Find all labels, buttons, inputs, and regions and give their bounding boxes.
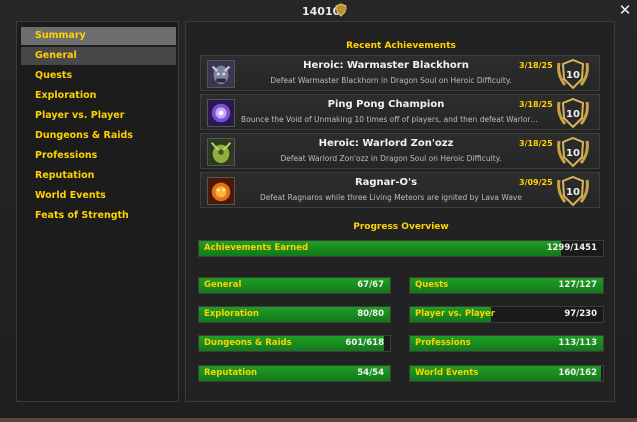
progress-label: World Events — [415, 368, 479, 378]
progress-overview-title: Progress Overview — [353, 222, 449, 232]
progress-value: 67/67 — [357, 280, 384, 290]
category-progress-professions[interactable]: Professions 113/113 — [409, 335, 604, 352]
achievement-date: 3/18/25 — [519, 100, 553, 109]
progress-value: 127/127 — [558, 280, 597, 290]
category-progress-world-events[interactable]: World Events 160/162 — [409, 365, 604, 382]
achievement-points-value: 10 — [566, 109, 580, 120]
achievement-title: Ping Pong Champion — [327, 99, 445, 110]
category-progress-dungeons-raids[interactable]: Dungeons & Raids 601/618 — [198, 335, 391, 352]
shield-points-icon — [335, 3, 347, 17]
achievement-points-shield-icon: 10 — [557, 175, 589, 207]
achievement-points-value: 10 — [566, 148, 580, 159]
achievement-description: Defeat Ragnaros while three Living Meteo… — [260, 193, 522, 202]
category-progress-exploration[interactable]: Exploration 80/80 — [198, 306, 391, 323]
blackhorn-portrait-icon — [207, 60, 235, 88]
summary-panel: Recent Achievements Heroic: Warmaster Bl… — [185, 21, 615, 402]
void-orb-icon — [207, 99, 235, 127]
achievement-title: Heroic: Warmaster Blackhorn — [303, 60, 469, 71]
sidebar-item-summary[interactable]: Summary — [21, 27, 176, 45]
sidebar-item-pvp[interactable]: Player vs. Player — [21, 107, 176, 125]
achievement-points-value: 10 — [566, 70, 580, 81]
achievement-points-value: 10 — [566, 187, 580, 198]
progress-value: 97/230 — [564, 309, 597, 319]
progress-value: 54/54 — [357, 368, 384, 378]
sidebar-item-general[interactable]: General — [21, 47, 176, 65]
recent-achievement-row[interactable]: Heroic: Warmaster Blackhorn Defeat Warma… — [200, 55, 600, 91]
sidebar-item-dungeons-raids[interactable]: Dungeons & Raids — [21, 127, 176, 145]
progress-label: General — [204, 280, 242, 290]
achievement-date: 3/18/25 — [519, 61, 553, 70]
category-progress-general[interactable]: General 67/67 — [198, 277, 391, 294]
bottom-border — [0, 418, 637, 422]
close-icon[interactable]: ✕ — [617, 2, 633, 18]
sidebar-item-professions[interactable]: Professions — [21, 147, 176, 165]
category-progress-reputation[interactable]: Reputation 54/54 — [198, 365, 391, 382]
progress-value: 601/618 — [345, 338, 384, 348]
category-progress-pvp[interactable]: Player vs. Player 97/230 — [409, 306, 604, 323]
recent-achievement-row[interactable]: Ragnar-O's Defeat Ragnaros while three L… — [200, 172, 600, 208]
progress-label: Reputation — [204, 368, 258, 378]
recent-achievements-title: Recent Achievements — [346, 41, 456, 51]
achievement-description: Defeat Warmaster Blackhorn in Dragon Sou… — [270, 76, 512, 85]
sidebar-item-reputation[interactable]: Reputation — [21, 167, 176, 185]
achievement-date: 3/09/25 — [519, 178, 553, 187]
zonozz-portrait-icon — [207, 138, 235, 166]
progress-value: 80/80 — [357, 309, 384, 319]
achievement-points-shield-icon: 10 — [557, 97, 589, 129]
progress-value: 160/162 — [558, 368, 597, 378]
progress-value: 1299/1451 — [546, 243, 597, 253]
category-sidebar: Summary General Quests Exploration Playe… — [16, 21, 179, 402]
sidebar-item-feats-of-strength[interactable]: Feats of Strength — [21, 207, 176, 225]
progress-label: Achievements Earned — [204, 243, 309, 253]
achievement-description: Bounce the Void of Unmaking 10 times off… — [241, 115, 541, 124]
achievement-title: Ragnar-O's — [354, 177, 418, 188]
achievement-points-shield-icon: 10 — [557, 136, 589, 168]
progress-label: Quests — [415, 280, 449, 290]
achievement-points-shield-icon: 10 — [557, 58, 589, 90]
sidebar-item-quests[interactable]: Quests — [21, 67, 176, 85]
progress-value: 113/113 — [558, 338, 597, 348]
recent-achievement-row[interactable]: Heroic: Warlord Zon'ozz Defeat Warlord Z… — [200, 133, 600, 169]
ragnaros-portrait-icon — [207, 177, 235, 205]
sidebar-item-exploration[interactable]: Exploration — [21, 87, 176, 105]
overall-progress-bar: Achievements Earned 1299/1451 — [198, 240, 604, 257]
achievement-title: Heroic: Warlord Zon'ozz — [318, 138, 454, 149]
progress-label: Professions — [415, 338, 471, 348]
sidebar-item-world-events[interactable]: World Events — [21, 187, 176, 205]
achievement-description: Defeat Warlord Zon'ozz in Dragon Soul on… — [280, 154, 502, 163]
category-progress-quests[interactable]: Quests 127/127 — [409, 277, 604, 294]
achievement-date: 3/18/25 — [519, 139, 553, 148]
progress-label: Player vs. Player — [415, 309, 495, 319]
title-bar: 14010 ✕ — [0, 0, 637, 22]
progress-label: Exploration — [204, 309, 259, 319]
achievements-window: 14010 ✕ Summary General Quests Explorati… — [0, 0, 637, 422]
recent-achievement-row[interactable]: Ping Pong Champion Bounce the Void of Un… — [200, 94, 600, 130]
progress-label: Dungeons & Raids — [204, 338, 292, 348]
